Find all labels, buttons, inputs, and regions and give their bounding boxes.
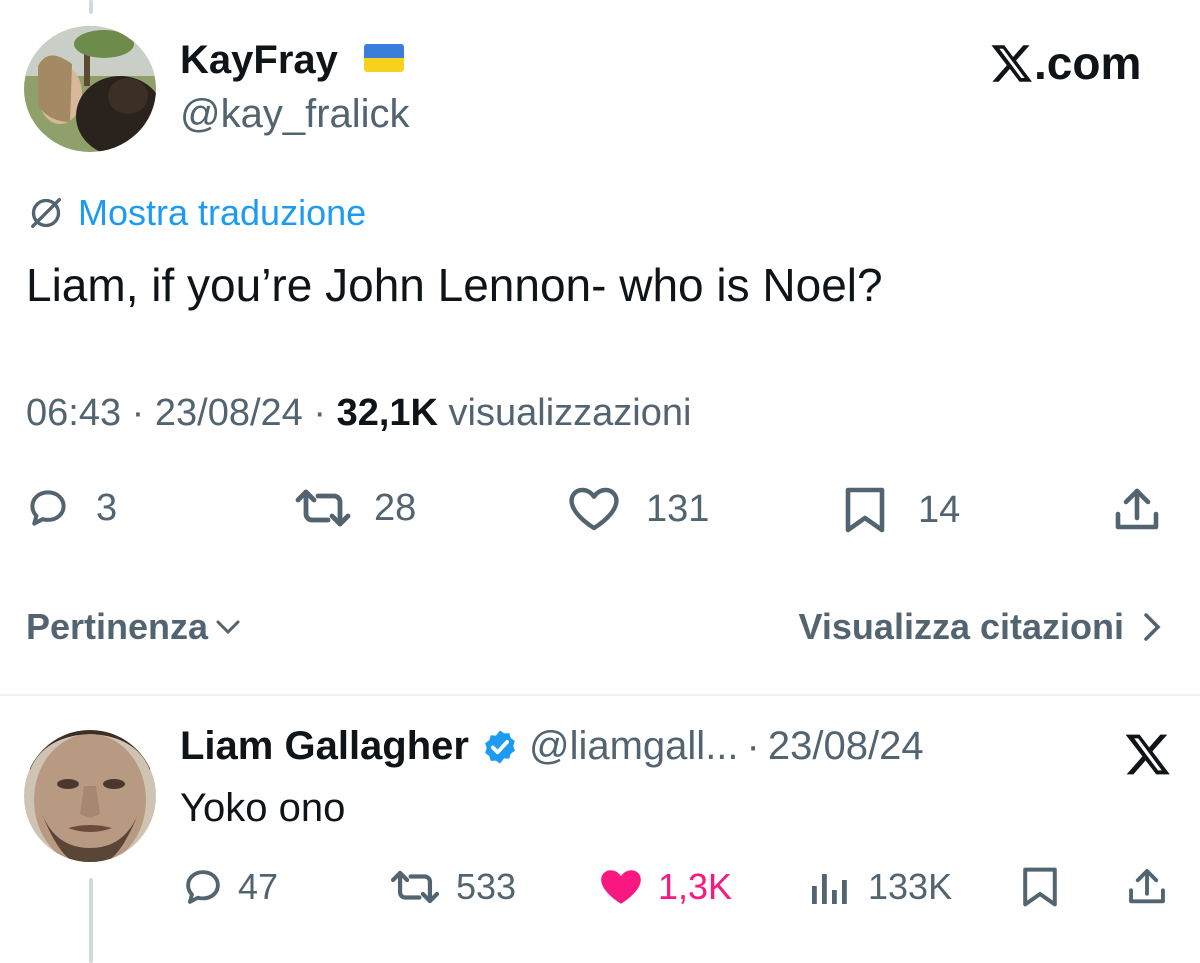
retweet-icon — [390, 870, 440, 904]
thread-line-top — [89, 0, 93, 14]
views-label: visualizzazioni — [448, 392, 692, 434]
reply-author-handle[interactable]: @liamgall... — [529, 724, 739, 769]
reply-views-count: 133K — [868, 866, 953, 907]
ukraine-flag-icon — [364, 44, 404, 72]
heart-filled-icon — [601, 870, 641, 904]
avatar[interactable] — [24, 26, 156, 152]
tweet-text: Liam, if you’re John Lennon- who is Noel… — [26, 259, 883, 311]
view-quotes-link[interactable]: Visualizza citazioni — [799, 606, 1164, 648]
reply-retweet-count: 533 — [456, 866, 517, 907]
verified-badge-icon — [485, 729, 515, 764]
reply-separator: · — [746, 724, 760, 768]
reply-like-count: 1,3K — [658, 866, 733, 907]
views-bar-icon — [812, 874, 847, 904]
reply-icon — [186, 870, 220, 904]
reply-views-button[interactable]: 133K — [808, 866, 952, 908]
share-button[interactable] — [1112, 486, 1162, 534]
brand-watermark: .com — [990, 36, 1141, 90]
heart-icon — [569, 487, 619, 531]
author-name[interactable]: KayFray — [180, 38, 338, 83]
reply-date[interactable]: 23/08/24 — [768, 724, 924, 769]
reply-reply-button[interactable]: 47 — [182, 866, 278, 908]
meta-separator: · — [313, 392, 337, 434]
bookmark-icon — [1023, 867, 1057, 907]
tweet-date[interactable]: 23/08/24 — [155, 392, 303, 434]
share-icon — [1129, 869, 1165, 904]
author-handle[interactable]: @kay_fralick — [180, 92, 410, 137]
reply-text: Yoko ono — [180, 786, 346, 830]
reply-like-button[interactable]: 1,3K — [598, 866, 732, 908]
reply-avatar-image — [24, 730, 156, 862]
retweet-button[interactable]: 28 — [290, 486, 416, 530]
reply-retweet-button[interactable]: 533 — [386, 866, 516, 908]
translate-globe-icon — [30, 198, 61, 228]
reply-count: 3 — [96, 486, 118, 529]
reply-reply-count: 47 — [238, 866, 279, 907]
retweet-count: 28 — [374, 486, 417, 529]
x-logo-icon[interactable] — [1124, 730, 1172, 778]
retweet-icon — [295, 489, 351, 527]
thread-line-bottom — [89, 878, 93, 963]
meta-separator: · — [131, 392, 155, 434]
reply-icon — [30, 490, 66, 526]
reply-avatar[interactable] — [24, 730, 156, 862]
bookmark-count: 14 — [918, 488, 961, 531]
views-count: 32,1K — [336, 392, 438, 434]
sort-label: Pertinenza — [26, 606, 209, 647]
quotes-label: Visualizza citazioni — [798, 606, 1124, 647]
reply-header: Liam Gallagher @liamgall... · 23/08/24 — [180, 724, 924, 769]
chevron-down-icon — [216, 620, 240, 635]
like-count: 131 — [646, 487, 710, 530]
reply-author-name[interactable]: Liam Gallagher — [180, 724, 469, 769]
divider — [0, 694, 1200, 696]
translate-link[interactable]: Mostra traduzione — [26, 192, 366, 234]
chevron-right-icon — [1144, 613, 1161, 641]
bookmark-button[interactable]: 14 — [842, 486, 960, 534]
brand-label: .com — [1034, 37, 1142, 89]
share-icon — [1115, 488, 1159, 530]
reply-button[interactable]: 3 — [26, 486, 117, 530]
tweet-meta: 06:43 · 23/08/24 · 32,1K visualizzazioni — [26, 392, 691, 435]
sort-dropdown[interactable]: Pertinenza — [26, 606, 242, 648]
like-button[interactable]: 131 — [568, 486, 709, 532]
avatar-image — [24, 26, 156, 152]
reply-bookmark-button[interactable] — [1020, 866, 1060, 908]
translate-label: Mostra traduzione — [78, 192, 367, 233]
x-logo-icon — [991, 45, 1032, 82]
tweet-time[interactable]: 06:43 — [26, 392, 121, 434]
reply-share-button[interactable] — [1126, 866, 1168, 908]
bookmark-icon — [845, 487, 885, 533]
